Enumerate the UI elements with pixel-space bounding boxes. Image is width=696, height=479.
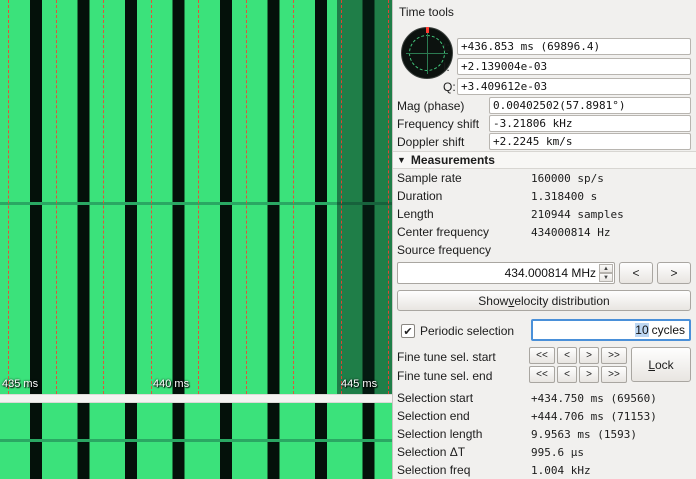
button-mnemonic: L (648, 358, 655, 372)
fine-end-step-back-button[interactable]: < (557, 366, 577, 383)
selection-length-value: 9.9563 ms (1593) (531, 428, 637, 441)
fine-end-step-forward-button[interactable]: > (579, 366, 599, 383)
sample-rate-value: 160000 sp/s (531, 172, 604, 185)
periodic-marker-line (8, 0, 9, 394)
periodic-marker-line (56, 0, 57, 394)
spin-down-icon[interactable]: ▼ (599, 273, 613, 282)
periodic-marker-line (151, 0, 152, 394)
spinner-buttons[interactable]: ▲ ▼ (599, 264, 613, 282)
waveform-overview[interactable] (0, 403, 392, 479)
center-frequency-value: 434000814 Hz (531, 226, 610, 239)
periodic-selection-label: Periodic selection (420, 324, 514, 338)
spin-up-icon[interactable]: ▲ (599, 264, 613, 273)
time-window: 435 ms 440 ms 445 ms Time tools t: +436.… (0, 0, 696, 479)
fine-end-big-step-back-button[interactable]: << (529, 366, 555, 383)
q-value: +3.409612e-03 (457, 78, 691, 95)
time-axis-label: 435 ms (2, 378, 38, 390)
length-value: 210944 samples (531, 208, 624, 221)
selection-end-label: Selection end (397, 409, 470, 423)
measurements-section-header[interactable]: ▼ Measurements (393, 151, 696, 169)
button-text: ock (655, 358, 674, 372)
t-value: +436.853 ms (69896.4) (457, 38, 691, 55)
time-tools-panel: Time tools t: +436.853 ms (69896.4) I: +… (392, 0, 696, 479)
waveform-dim-region (337, 0, 392, 394)
constellation-crosshair-v (427, 32, 428, 74)
time-axis-label: 445 ms (341, 378, 377, 390)
periodic-marker-line (341, 0, 342, 394)
periodic-marker-line (103, 0, 104, 394)
source-frequency-label: Source frequency (397, 243, 491, 257)
frequency-shift-label: Frequency shift (397, 117, 479, 131)
waveform-separator[interactable] (0, 394, 392, 403)
panel-title: Time tools (399, 5, 454, 19)
cycles-suffix: cycles (652, 323, 685, 337)
lock-button[interactable]: Lock (631, 347, 691, 382)
selection-length-label: Selection length (397, 427, 482, 441)
button-text: elocity distribution (514, 294, 609, 308)
mag-phase-label: Mag (phase) (397, 99, 464, 113)
length-label: Length (397, 207, 434, 221)
waveform-main[interactable] (0, 0, 392, 394)
periodic-marker-line (388, 0, 389, 394)
cycles-value: 10 (635, 323, 648, 337)
periodic-marker-line (246, 0, 247, 394)
frequency-spinbox-value: 434.000814 MHz (505, 266, 596, 280)
frequency-step-down-button[interactable]: < (619, 262, 653, 284)
fine-start-big-step-forward-button[interactable]: >> (601, 347, 627, 364)
fine-tune-start-label: Fine tune sel. start (397, 350, 496, 364)
i-value: +2.139004e-03 (457, 58, 691, 75)
constellation-marker (426, 27, 429, 33)
mag-phase-value: 0.00402502(57.8981°) (489, 97, 691, 114)
selection-freq-value: 1.004 kHz (531, 464, 591, 477)
periodic-selection-checkbox[interactable]: ✔ (401, 324, 415, 338)
selection-start-label: Selection start (397, 391, 473, 405)
i-label: I: (443, 60, 450, 74)
duration-value: 1.318400 s (531, 190, 597, 203)
q-label: Q: (443, 80, 456, 94)
doppler-shift-value: +2.2245 km/s (489, 133, 691, 150)
fine-start-big-step-back-button[interactable]: << (529, 347, 555, 364)
time-axis-label: 440 ms (153, 378, 189, 390)
selection-delta-t-value: 995.6 µs (531, 446, 584, 459)
fine-start-step-back-button[interactable]: < (557, 347, 577, 364)
frequency-step-up-button[interactable]: > (657, 262, 691, 284)
selection-start-value: +434.750 ms (69560) (531, 392, 657, 405)
fine-start-step-forward-button[interactable]: > (579, 347, 599, 364)
measurements-title: Measurements (411, 153, 495, 167)
waveform-zero-line (0, 202, 392, 205)
fine-end-big-step-forward-button[interactable]: >> (601, 366, 627, 383)
checkmark-icon: ✔ (403, 325, 412, 338)
fine-tune-end-label: Fine tune sel. end (397, 369, 492, 383)
sample-rate-label: Sample rate (397, 171, 462, 185)
doppler-shift-label: Doppler shift (397, 135, 464, 149)
cycles-input[interactable]: 10 cycles (531, 319, 691, 341)
selection-end-value: +444.706 ms (71153) (531, 410, 657, 423)
periodic-marker-line (293, 0, 294, 394)
t-label: t: (443, 40, 450, 54)
center-frequency-label: Center frequency (397, 225, 489, 239)
periodic-marker-line (198, 0, 199, 394)
frequency-shift-value: -3.21806 kHz (489, 115, 691, 132)
waveform-area: 435 ms 440 ms 445 ms (0, 0, 392, 479)
collapse-arrow-icon: ▼ (397, 155, 406, 165)
selection-delta-t-label: Selection ΔT (397, 445, 465, 459)
waveform-zero-line (0, 439, 392, 442)
show-velocity-distribution-button[interactable]: Show velocity distribution (397, 290, 691, 311)
frequency-spinbox[interactable]: 434.000814 MHz ▲ ▼ (397, 262, 615, 284)
selection-freq-label: Selection freq (397, 463, 470, 477)
button-text: Show (478, 294, 508, 308)
duration-label: Duration (397, 189, 442, 203)
